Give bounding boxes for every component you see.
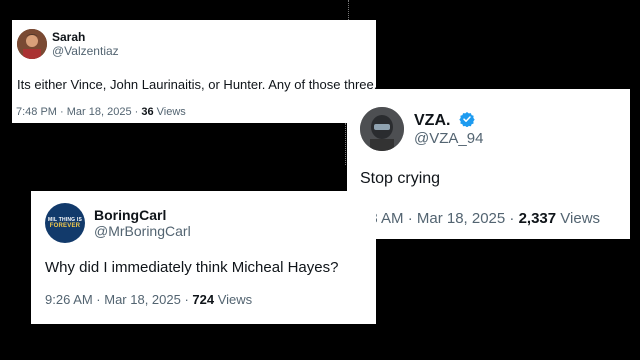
tweet-card-vza[interactable]: VZA. @VZA_94 Stop crying 03 AM · Mar 18,… [347, 89, 630, 239]
tweet-meta: 7:48 PM · Mar 18, 2025 · 36 Views [16, 106, 186, 118]
tweet-timestamp[interactable]: 03 AM · Mar 18, 2025 · [361, 210, 519, 227]
tweet-timestamp[interactable]: 9:26 AM · Mar 18, 2025 · [45, 292, 192, 307]
tweet-card-sarah[interactable]: Sarah @Valzentiaz Its either Vince, John… [12, 20, 376, 123]
tweet-card-boringcarl[interactable]: MIL THING IS FOREVER BoringCarl @MrBorin… [31, 191, 376, 324]
helmet-avatar-icon[interactable] [360, 107, 404, 151]
badge-avatar-icon[interactable]: MIL THING IS FOREVER [45, 203, 85, 243]
author-name[interactable]: VZA. [414, 112, 450, 129]
person-avatar-icon[interactable] [17, 29, 47, 59]
avatar-text-line-2: FOREVER [49, 223, 81, 229]
author-name[interactable]: Sarah [52, 30, 119, 44]
views-count: 2,337 [518, 210, 557, 227]
tweet-text: Its either Vince, John Laurinaitis, or H… [17, 77, 376, 92]
views-label: Views [556, 210, 601, 227]
views-count: 724 [192, 292, 215, 307]
views-label: Views [214, 292, 253, 307]
tweet-text: Why did I immediately think Micheal Haye… [45, 259, 339, 276]
verified-badge-icon [459, 112, 475, 127]
thread-divider [348, 0, 349, 20]
tweet-timestamp[interactable]: 7:48 PM · Mar 18, 2025 · [16, 106, 141, 118]
author-name[interactable]: BoringCarl [94, 207, 191, 223]
thread-divider [345, 123, 346, 165]
tweet-text: Stop crying [360, 170, 441, 187]
tweet-meta: 03 AM · Mar 18, 2025 · 2,337 Views [361, 210, 600, 227]
views-count: 36 [141, 106, 154, 118]
author-handle[interactable]: @Valzentiaz [52, 44, 119, 58]
author-handle[interactable]: @VZA_94 [414, 130, 483, 147]
author-handle[interactable]: @MrBoringCarl [94, 223, 191, 239]
tweet-meta: 9:26 AM · Mar 18, 2025 · 724 Views [45, 292, 252, 307]
views-label: Views [153, 106, 186, 118]
